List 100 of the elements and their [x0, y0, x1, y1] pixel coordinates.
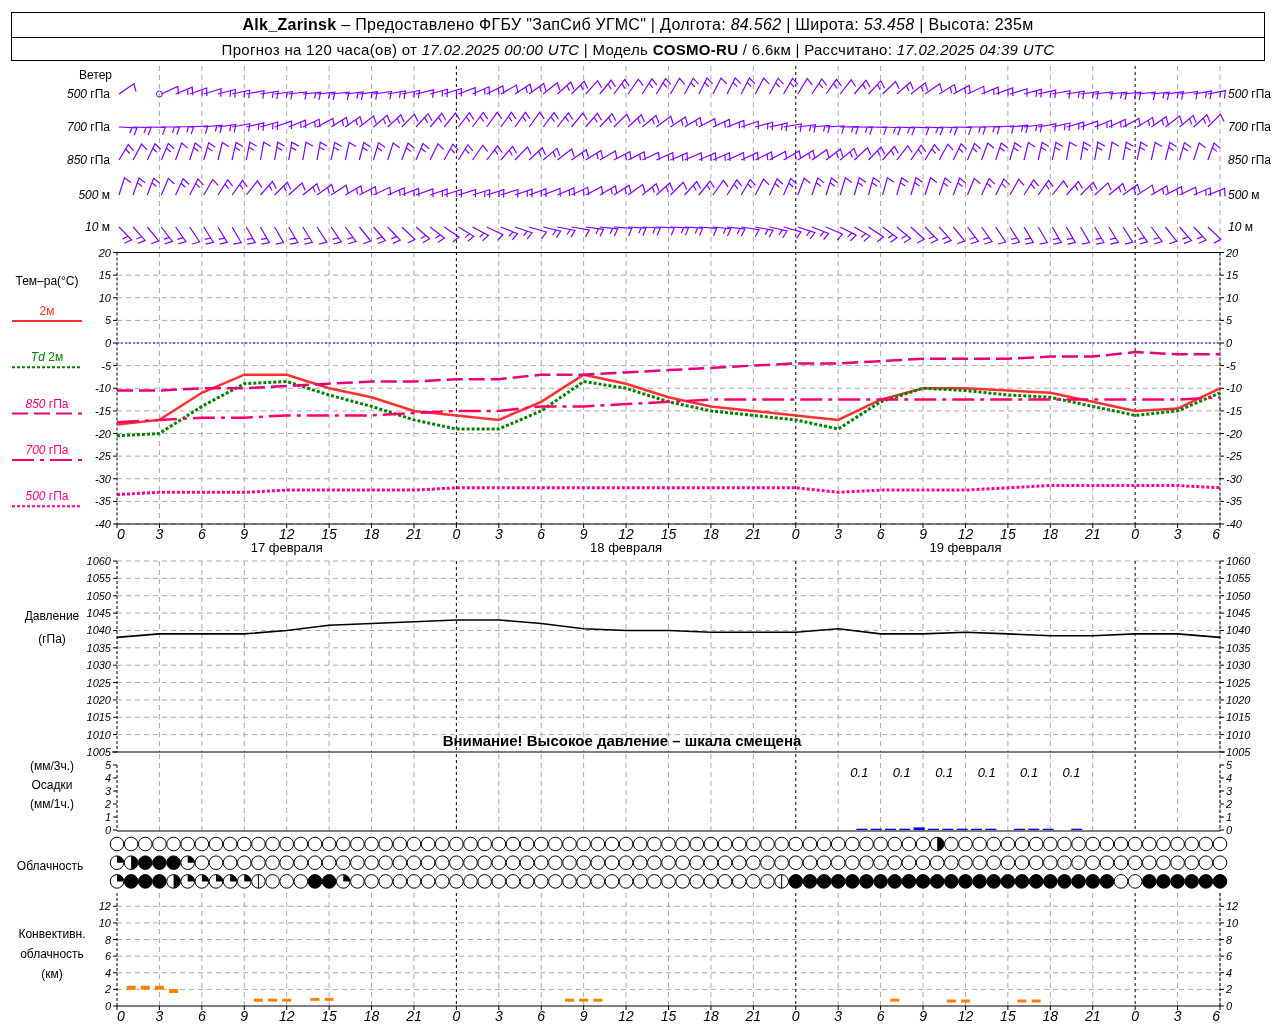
tick-label: 3 [1173, 1008, 1182, 1024]
tick-label: 1060 [86, 555, 111, 567]
panel-title: Осадки [31, 778, 73, 792]
tick-label: 1030 [1226, 659, 1251, 672]
tick-label: -20 [95, 427, 111, 440]
tick-label: 12 [957, 526, 974, 542]
tick-label: 8 [104, 933, 111, 946]
tick-label: 1005 [86, 746, 111, 758]
tick-label: 15 [1000, 1008, 1016, 1024]
date-label: 17 февраля [250, 540, 323, 555]
value-label: 0.1 [1020, 765, 1039, 780]
tick-label: 15 [1226, 269, 1239, 282]
tick-label: 12 [1226, 900, 1239, 913]
tick-label: 3 [155, 1008, 164, 1024]
tick-label: 21 [745, 526, 762, 542]
tick-label: -15 [1226, 404, 1242, 417]
level-label: 10 м [85, 220, 110, 234]
tick-label: 3 [494, 1008, 503, 1024]
tick-label: 21 [745, 1008, 762, 1024]
panel-title: Облачность [16, 859, 84, 873]
tick-label: 4 [104, 966, 111, 979]
tick-label: 2 [1226, 798, 1233, 810]
tick-label: 1050 [86, 589, 111, 602]
value-label: 0.1 [977, 765, 996, 780]
tick-label: 5 [1226, 314, 1233, 327]
tick-label: 0 [791, 1008, 800, 1024]
tick-label: 3 [1173, 526, 1182, 542]
tick-label: 1060 [1226, 555, 1251, 567]
tick-label: 1020 [86, 693, 111, 706]
tick-label: 15 [1000, 526, 1016, 542]
panel-title: Давление [24, 609, 80, 623]
tick-label: -30 [95, 472, 111, 485]
panel-title: Тем–ра(°C) [15, 274, 79, 288]
tick-label: 0 [791, 526, 800, 542]
tick-label: 4 [1226, 966, 1233, 979]
unit-label: (мм/3ч.) [29, 759, 75, 773]
tick-label: 18 [1042, 526, 1059, 542]
tick-label: 1025 [1226, 676, 1251, 689]
tick-label: -5 [101, 359, 111, 372]
tick-label: 10 [98, 291, 111, 304]
tick-label: 0 [117, 526, 125, 542]
tick-label: 2 [104, 983, 111, 996]
tick-label: 9 [240, 526, 249, 542]
tick-label: 15 [321, 526, 337, 542]
tick-label: 1030 [86, 659, 111, 672]
level-label: 700 гПа [66, 120, 110, 134]
tick-label: 1035 [1226, 641, 1251, 654]
tick-label: 1 [1226, 811, 1233, 823]
tick-label: 21 [1084, 1008, 1101, 1024]
tick-label: -30 [1226, 472, 1242, 485]
tick-label: 6 [876, 1008, 885, 1024]
tick-label: 0 [1226, 337, 1233, 349]
tick-label: 18 [1042, 1008, 1059, 1024]
level-label: 500 м [78, 188, 110, 202]
legend-label: 2м [39, 304, 55, 318]
tick-label: 6 [537, 526, 546, 542]
legend-label: 500 гПа [25, 489, 69, 504]
panel-title: Конвективн. [18, 927, 86, 941]
tick-label: -10 [1226, 382, 1242, 395]
tick-label: 10 [1226, 916, 1239, 929]
tick-label: -40 [1226, 518, 1242, 530]
tick-label: 0 [104, 337, 111, 349]
tick-label: 1015 [86, 711, 111, 724]
unit-label: (гПа) [38, 632, 66, 646]
tick-label: 4 [104, 772, 111, 784]
tick-label: 2 [1226, 983, 1233, 996]
level-label: 700 гПа [1228, 120, 1272, 134]
tick-label: 0 [117, 1008, 125, 1024]
tick-label: 21 [406, 526, 422, 542]
unit-label: (км) [41, 967, 63, 981]
value-label: 0.1 [935, 765, 954, 780]
level-label: 500 гПа [1228, 87, 1272, 101]
tick-label: 8 [1226, 933, 1233, 946]
legend-label: 850 гПа [25, 396, 69, 411]
unit-label: (мм/1ч.) [29, 797, 75, 811]
tick-label: 1010 [1226, 728, 1251, 741]
tick-label: 4 [1226, 772, 1233, 784]
tick-label: 2 [104, 798, 111, 810]
tick-label: 5 [104, 759, 111, 771]
tick-label: 0 [452, 1008, 461, 1024]
date-label: 19 февраля [929, 540, 1002, 555]
tick-label: 3 [1226, 785, 1233, 797]
tick-label: 1025 [86, 676, 111, 689]
tick-label: 12 [98, 900, 111, 913]
tick-label: 1050 [1226, 589, 1251, 602]
tick-label: 6 [197, 526, 206, 542]
tick-label: -25 [1226, 450, 1242, 463]
panel-title: облачность [20, 947, 84, 961]
tick-label: 1040 [86, 624, 111, 637]
tick-label: 5 [104, 314, 111, 327]
tick-label: 0 [104, 824, 111, 836]
tick-label: 0 [1226, 1000, 1233, 1012]
tick-label: 12 [278, 526, 295, 542]
tick-label: 6 [104, 950, 111, 963]
tick-label: 1045 [86, 607, 111, 620]
tick-label: 0 [1131, 1008, 1140, 1024]
tick-label: -5 [1226, 359, 1236, 372]
tick-label: 1045 [1226, 607, 1251, 620]
tick-label: 1020 [1226, 693, 1251, 706]
tick-label: 18 [703, 526, 719, 542]
